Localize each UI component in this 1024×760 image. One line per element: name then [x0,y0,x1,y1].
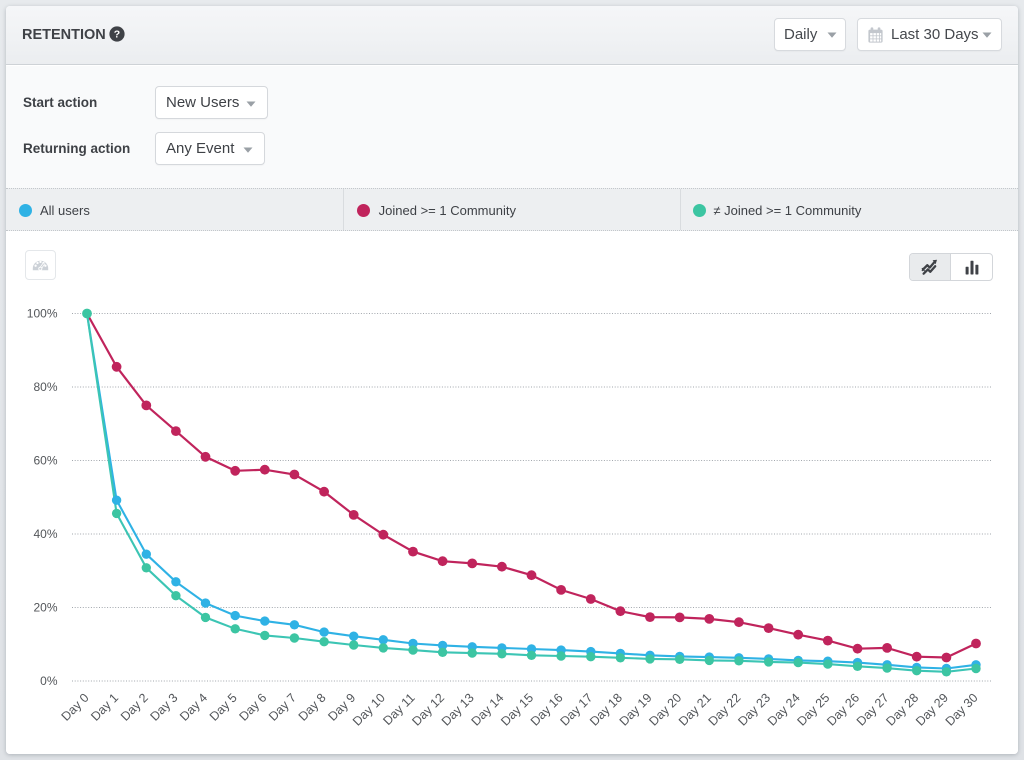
svg-text:Day 14: Day 14 [469,691,507,729]
svg-text:Day 12: Day 12 [409,691,447,729]
svg-text:Day 26: Day 26 [824,691,862,729]
svg-text:Day 16: Day 16 [528,691,566,729]
svg-text:Day 5: Day 5 [207,691,240,724]
svg-text:Day 6: Day 6 [236,691,269,724]
svg-text:Day 30: Day 30 [943,691,981,729]
svg-text:Day 24: Day 24 [765,691,803,729]
svg-text:Day 7: Day 7 [266,691,299,724]
svg-text:Day 0: Day 0 [59,691,92,724]
svg-text:60%: 60% [33,454,57,468]
svg-text:Day 21: Day 21 [676,691,714,729]
svg-text:Day 25: Day 25 [795,691,833,729]
svg-text:Day 17: Day 17 [558,691,596,729]
svg-text:Day 19: Day 19 [617,691,655,729]
svg-text:Day 1: Day 1 [88,691,121,724]
svg-text:Day 23: Day 23 [735,691,773,729]
svg-text:Day 18: Day 18 [587,691,625,729]
svg-text:Day 8: Day 8 [296,691,329,724]
svg-text:Day 2: Day 2 [118,691,151,724]
svg-text:Day 15: Day 15 [498,691,536,729]
svg-text:80%: 80% [33,380,57,394]
svg-text:?: ? [114,29,120,41]
svg-text:Day 4: Day 4 [177,691,210,724]
svg-text:Day 10: Day 10 [350,691,388,729]
svg-text:Day 13: Day 13 [439,691,477,729]
svg-text:Day 3: Day 3 [148,691,181,724]
svg-text:Day 20: Day 20 [646,691,684,729]
svg-text:100%: 100% [27,307,58,321]
svg-text:20%: 20% [33,601,57,615]
svg-text:0%: 0% [40,674,58,688]
svg-text:Day 22: Day 22 [706,691,744,729]
svg-text:40%: 40% [33,527,57,541]
svg-text:Day 29: Day 29 [913,691,951,729]
svg-text:Day 27: Day 27 [854,691,892,729]
svg-text:Day 28: Day 28 [883,691,921,729]
